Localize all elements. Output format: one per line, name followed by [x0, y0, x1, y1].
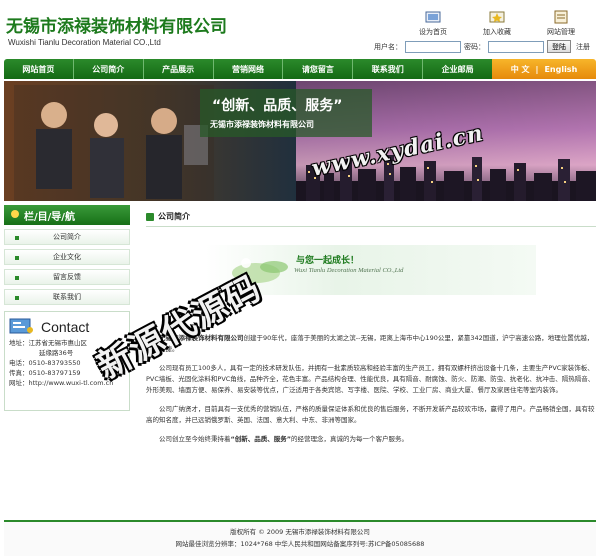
contact-book-icon: [9, 317, 35, 337]
username-label: 用户名：: [374, 42, 402, 51]
quick-links: 设为首页 加入收藏 网站管理: [412, 10, 582, 37]
hero-subtext: Wuxi Tianlu Decoration Material CO.,Ltd: [294, 267, 404, 274]
nav-items: 网站首页 公司简介 产品展示 营销网络 请您留言 联系我们 企业邮局: [4, 59, 492, 79]
add-favorite-link[interactable]: 加入收藏: [476, 10, 518, 37]
favorite-icon: [489, 10, 505, 24]
contact-title: Contact: [41, 319, 90, 335]
motto-highlight: “创新、品质、服务”: [230, 435, 292, 443]
sidebar-title-text: 栏/目/导/航: [24, 211, 75, 223]
sidebar-item-label: 公司简介: [53, 233, 81, 241]
bullet-icon: [15, 236, 19, 240]
sidebar-item-label: 联系我们: [53, 293, 81, 301]
username-input[interactable]: [405, 40, 461, 53]
password-label: 密码：: [464, 42, 485, 51]
site-footer: 版权所有 © 2009 无锡市添禄装饰材料有限公司 网站最佳浏览分辨率：1024…: [4, 520, 596, 556]
login-bar: 用户名： 密码： 登陆 注册: [374, 40, 590, 53]
main-nav: 网站首页 公司简介 产品展示 营销网络 请您留言 联系我们 企业邮局 中 文 |…: [4, 59, 596, 79]
site-header: 无锡市添禄装饰材料有限公司 Wuxishi Tianlu Decoration …: [0, 0, 600, 58]
sidebar-item-feedback[interactable]: 留言反馈: [4, 269, 130, 285]
lang-english[interactable]: English: [544, 65, 577, 74]
admin-icon: [553, 10, 569, 24]
password-input[interactable]: [488, 40, 544, 53]
set-homepage-label: 设为首页: [419, 28, 447, 36]
about-article: 无锡市添禄装饰材料有限公司创建于90年代，座落于美丽的太湖之滨--无锡，距离上海…: [146, 333, 596, 453]
sidebar-item-contact[interactable]: 联系我们: [4, 289, 130, 305]
article-paragraph-3: 公司广纳贤才，目前具有一支优秀的营销队伍，严格的质量保证体系和优良的售后服务，不…: [146, 405, 595, 424]
article-paragraph-2: 公司现有员工100多人，具有一定的技术研发队伍，并拥有一批素质较高和经验丰富的生…: [146, 364, 595, 394]
lang-separator: |: [535, 64, 539, 74]
lang-chinese[interactable]: 中 文: [511, 64, 530, 75]
sidebar-title: 栏/目/导/航: [4, 205, 130, 225]
company-name-cn[interactable]: 无锡市添禄装饰材料有限公司: [6, 12, 227, 37]
paragraph-4-suffix: 的经营理念，真诚的为每一个客户服务。: [291, 435, 409, 443]
nav-products[interactable]: 产品展示: [144, 59, 214, 79]
footer-icp: 网站最佳浏览分辨率：1024*768 中华人民共和国网站备案序列号:苏ICP备0…: [175, 540, 425, 548]
page-title: 公司简介: [158, 212, 190, 221]
footer-copyright: 版权所有 © 2009 无锡市添禄装饰材料有限公司: [230, 528, 370, 536]
nav-mail[interactable]: 企业邮局: [423, 59, 492, 79]
nav-network[interactable]: 营销网络: [214, 59, 284, 79]
nav-home[interactable]: 网站首页: [4, 59, 74, 79]
login-button[interactable]: 登陆: [547, 40, 571, 53]
nav-about[interactable]: 公司简介: [74, 59, 144, 79]
site-admin-link[interactable]: 网站管理: [540, 10, 582, 37]
bullet-icon: [15, 296, 19, 300]
register-link[interactable]: 注册: [576, 42, 590, 52]
banner-slogan: “创新、品质、服务”: [212, 98, 343, 114]
bullet-icon: [15, 276, 19, 280]
nav-message[interactable]: 请您留言: [283, 59, 354, 79]
language-switch: 中 文 | English: [492, 59, 596, 79]
company-name-en: Wuxishi Tianlu Decoration Material CO.,L…: [8, 38, 161, 47]
hero-text: 与您一起成长！: [296, 256, 360, 266]
banner-company: 无锡市添禄装饰材料有限公司: [210, 120, 314, 129]
business-people-image: [14, 85, 214, 201]
sidebar-item-label: 留言反馈: [53, 273, 81, 281]
title-marker-icon: [146, 212, 154, 221]
paragraph-4-prefix: 公司创立至今始终秉持着: [159, 435, 231, 443]
home-icon: [425, 10, 441, 24]
bullet-icon: [15, 256, 19, 260]
sidebar-title-icon: [10, 209, 20, 222]
set-homepage-link[interactable]: 设为首页: [412, 10, 454, 37]
sidebar-item-culture[interactable]: 企业文化: [4, 249, 130, 265]
main-title-bar: 公司简介: [146, 207, 596, 227]
sidebar-item-label: 企业文化: [53, 253, 81, 261]
site-admin-label: 网站管理: [547, 28, 575, 36]
sidebar-item-about[interactable]: 公司简介: [4, 229, 130, 245]
article-paragraph-1: 无锡市添禄装饰材料有限公司创建于90年代，座落于美丽的太湖之滨--无锡，距离上海…: [146, 333, 596, 355]
article-paragraph-4: 公司创立至今始终秉持着“创新、品质、服务”的经营理念，真诚的为每一个客户服务。: [146, 434, 596, 445]
hero-banner: “创新、品质、服务” 无锡市添禄装饰材料有限公司: [4, 81, 596, 201]
main-content: 公司简介 与您一起成长！ Wuxi Tianlu Decoration Mate…: [146, 207, 596, 443]
add-favorite-label: 加入收藏: [483, 28, 511, 36]
nav-contact[interactable]: 联系我们: [353, 59, 424, 79]
